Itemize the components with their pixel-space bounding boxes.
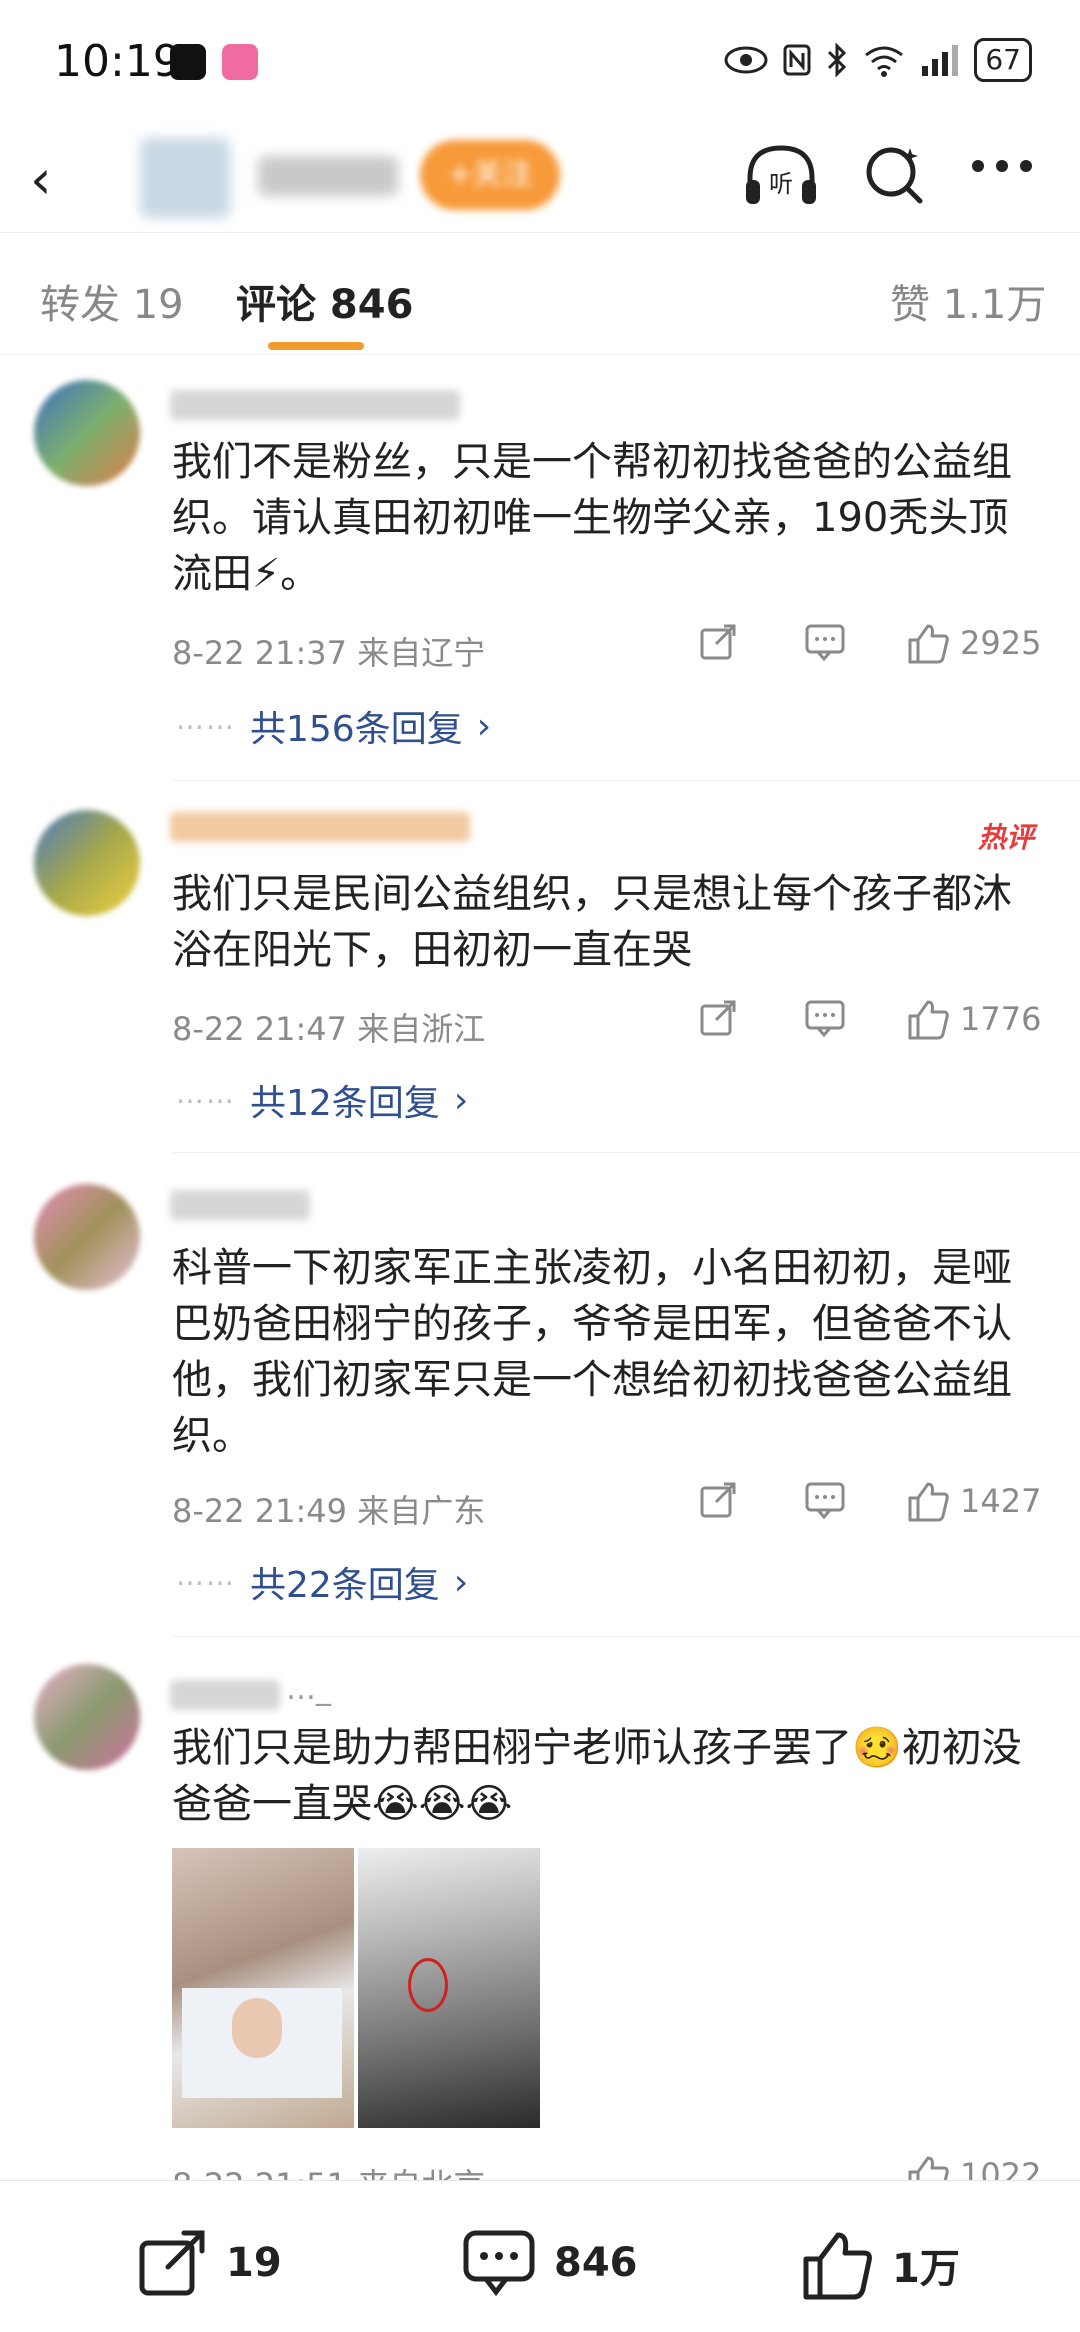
comment-text: 我们只是民间公益组织，只是想让每个孩子都沐浴在阳光下，田初初一直在哭 xyxy=(172,871,1012,973)
status-bar: 10:19 67 xyxy=(0,0,1080,120)
tab-comments[interactable]: 评论 846 xyxy=(236,272,413,330)
username-fragment: …_ xyxy=(286,1672,331,1707)
comment-meta: 8-22 21:47 来自浙江 xyxy=(172,1010,486,1048)
avatar[interactable] xyxy=(34,1184,140,1290)
eye-icon xyxy=(724,46,768,74)
replies-label: 共22条回复 xyxy=(250,1565,440,1606)
avatar[interactable] xyxy=(34,810,140,916)
share-button[interactable] xyxy=(698,998,738,1038)
replies-label: 共156条回复 xyxy=(250,709,463,750)
username[interactable] xyxy=(170,1190,310,1220)
comment-icon xyxy=(805,624,845,662)
signal-icon xyxy=(922,45,959,76)
follow-button[interactable]: +关注 xyxy=(420,140,560,210)
view-replies-link[interactable]: ⋯⋯ 共156条回复 › xyxy=(176,700,491,752)
comment-image[interactable] xyxy=(172,1848,354,2128)
tab-active-indicator xyxy=(268,342,364,350)
like-count: 1427 xyxy=(960,1482,1042,1520)
chevron-right-icon: › xyxy=(453,1561,469,1603)
like-button[interactable]: 1776 xyxy=(906,998,1041,1040)
comment-meta: 8-22 21:49 来自广东 xyxy=(172,1492,486,1530)
comment-meta: 8-22 21:37 来自辽宁 xyxy=(172,634,486,672)
comment-separator xyxy=(172,1636,1080,1637)
bottom-action-bar: 19 846 1万 xyxy=(0,2180,1080,2332)
nfc-icon xyxy=(783,44,811,76)
tab-likes[interactable]: 赞 1.1万 xyxy=(890,272,1046,330)
like-button[interactable]: 1万 xyxy=(800,2229,960,2301)
comment-button[interactable]: 846 xyxy=(462,2229,638,2297)
share-icon xyxy=(700,1482,736,1518)
comment-text: 我们只是助力帮田栩宁老师认孩子罢了🥴初初没爸爸一直哭😭😭😭 xyxy=(172,1725,1022,1827)
reply-button[interactable] xyxy=(804,998,846,1038)
share-icon xyxy=(139,2230,205,2296)
chevron-right-icon: › xyxy=(476,705,492,747)
comment-separator xyxy=(172,780,1080,781)
tabs-divider xyxy=(0,354,1080,355)
tab-bar: 转发 19 评论 846 赞 1.1万 xyxy=(0,232,1080,352)
thumbs-up-icon xyxy=(908,1000,949,1040)
like-button[interactable]: 1427 xyxy=(906,1480,1041,1522)
app-notification-icon xyxy=(222,44,258,80)
like-count: 1万 xyxy=(892,2246,960,2292)
username[interactable] xyxy=(170,1680,280,1710)
comment-images xyxy=(172,1848,540,2128)
comment-count: 846 xyxy=(554,2240,638,2286)
repost-count: 19 xyxy=(226,2240,282,2286)
search-icon[interactable] xyxy=(864,142,926,208)
view-replies-link[interactable]: ⋯⋯ 共22条回复 › xyxy=(176,1556,468,1608)
back-button[interactable]: ‹ xyxy=(30,148,52,211)
bluetooth-icon xyxy=(828,43,847,77)
share-icon xyxy=(700,624,736,660)
svg-text:听: 听 xyxy=(769,170,793,198)
tiktok-icon xyxy=(170,44,206,80)
like-button[interactable]: 2925 xyxy=(906,622,1041,664)
top-nav: ‹ +关注 听 xyxy=(0,120,1080,230)
clock: 10:19 xyxy=(54,36,181,87)
comment-image[interactable] xyxy=(358,1848,540,2128)
like-count: 2925 xyxy=(960,624,1042,662)
avatar[interactable] xyxy=(34,1664,140,1770)
author-name xyxy=(258,156,398,196)
thumbs-up-icon xyxy=(803,2232,872,2300)
comment-icon xyxy=(805,1482,845,1520)
comment-icon xyxy=(463,2230,535,2297)
username[interactable] xyxy=(170,812,470,842)
tab-repost[interactable]: 转发 19 xyxy=(40,272,184,330)
thumbs-up-icon xyxy=(908,1482,949,1522)
comment-separator xyxy=(172,1152,1080,1153)
replies-label: 共12条回复 xyxy=(250,1083,440,1124)
reply-button[interactable] xyxy=(804,1480,846,1520)
comment-icon xyxy=(805,1000,845,1038)
comment-text: 我们不是粉丝，只是一个帮初初找爸爸的公益组织。请认真田初初唯一生物学父亲，190… xyxy=(172,439,1012,597)
reply-dots: ⋯⋯ xyxy=(176,1083,236,1117)
avatar[interactable] xyxy=(34,380,140,486)
share-icon xyxy=(700,1000,736,1036)
like-count: 1776 xyxy=(960,1000,1042,1038)
repost-button[interactable]: 19 xyxy=(136,2229,282,2297)
comment-text: 科普一下初家军正主张凌初，小名田初初，是哑巴奶爸田栩宁的孩子，爷爷是田军，但爸爸… xyxy=(172,1245,1012,1459)
status-icons: 67 xyxy=(724,38,1032,82)
wifi-icon xyxy=(865,46,904,77)
share-button[interactable] xyxy=(698,622,738,662)
username[interactable] xyxy=(170,390,460,420)
reply-dots: ⋯⋯ xyxy=(176,1565,236,1599)
share-button[interactable] xyxy=(698,1480,738,1520)
battery-level: 67 xyxy=(974,38,1032,82)
reply-dots: ⋯⋯ xyxy=(176,709,236,743)
thumbs-up-icon xyxy=(908,624,949,664)
view-replies-link[interactable]: ⋯⋯ 共12条回复 › xyxy=(176,1074,468,1126)
chevron-right-icon: › xyxy=(453,1079,469,1121)
headphones-icon[interactable]: 听 xyxy=(742,142,820,208)
more-icon[interactable] xyxy=(970,158,1034,174)
author-avatar xyxy=(140,138,230,218)
reply-button[interactable] xyxy=(804,622,846,662)
hot-comment-badge: 热评 xyxy=(977,821,1034,854)
